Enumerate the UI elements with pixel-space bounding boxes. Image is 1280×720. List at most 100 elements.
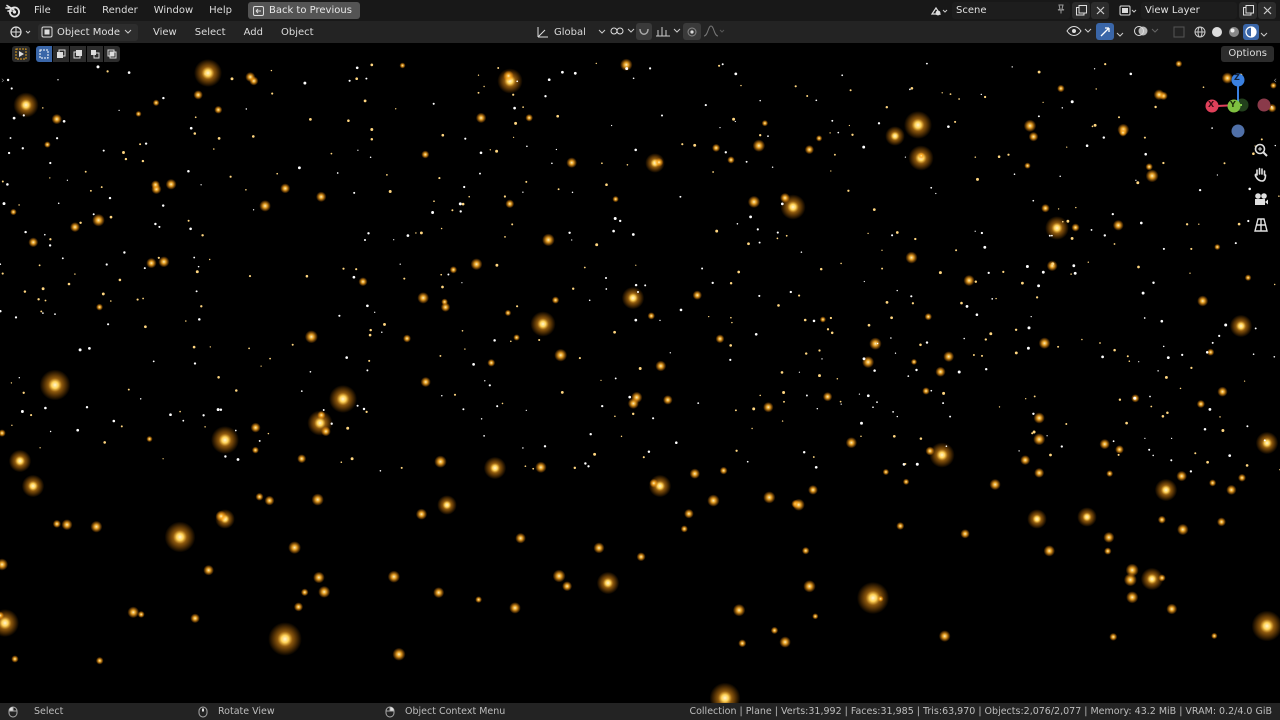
gizmo-neg-z-icon[interactable] (1231, 124, 1245, 138)
particle-speck (49, 161, 52, 165)
proportional-editing-icon[interactable] (683, 23, 701, 40)
gizmo-toggle-icon[interactable] (1096, 23, 1114, 40)
xray-toggle-icon[interactable] (1172, 25, 1186, 42)
particle-speck (1166, 356, 1170, 359)
new-scene-icon[interactable] (1072, 2, 1090, 19)
particle-speck (464, 348, 466, 350)
particle-speck (357, 149, 359, 151)
menu-file[interactable]: File (26, 0, 59, 21)
scene-browse-icon[interactable] (926, 2, 952, 19)
particle (963, 274, 975, 287)
particle-speck (162, 458, 164, 460)
particle-speck (453, 393, 457, 396)
menu-object[interactable]: Object (272, 27, 323, 38)
editor-type-icon[interactable] (8, 23, 34, 44)
particle-speck (659, 319, 661, 322)
particle-layer (0, 58, 1280, 703)
particle (1145, 163, 1153, 171)
3d-viewport[interactable]: Options › ‹ Z X Y (0, 43, 1280, 703)
delete-view-layer-icon[interactable] (1258, 2, 1276, 19)
select-extend-icon[interactable] (53, 46, 69, 62)
pivot-point-dropdown[interactable] (609, 24, 635, 38)
menu-window[interactable]: Window (146, 0, 201, 21)
pin-icon[interactable] (1056, 4, 1066, 17)
menu-help[interactable]: Help (201, 0, 240, 21)
particle-speck (169, 413, 172, 417)
toolbar-expand-icon[interactable]: › (1, 76, 5, 86)
wireframe-shading-icon[interactable] (1192, 24, 1208, 40)
particle (1115, 445, 1124, 454)
object-mode-dropdown[interactable]: Object Mode (38, 23, 138, 41)
select-invert-icon[interactable] (87, 46, 103, 62)
particle-speck (439, 354, 442, 357)
particle-speck (1070, 236, 1074, 240)
visibility-dropdown[interactable] (1066, 24, 1092, 38)
particle-speck (708, 315, 710, 318)
particle-speck (1113, 243, 1116, 245)
particle-speck (819, 267, 823, 271)
grid-view-icon[interactable] (1250, 214, 1272, 236)
particle-speck (54, 313, 56, 315)
options-dropdown[interactable]: Options (1221, 46, 1274, 62)
snap-target-dropdown[interactable] (655, 24, 681, 38)
particle-speck (613, 217, 617, 220)
particle-speck (300, 390, 303, 392)
particle-speck (192, 345, 196, 349)
pan-hand-icon[interactable] (1250, 163, 1272, 185)
view-layer-browse-icon[interactable] (1115, 2, 1141, 19)
menu-view[interactable]: View (144, 27, 186, 38)
particle-speck (477, 91, 480, 94)
particle-speck (230, 77, 234, 81)
navigation-gizmo[interactable]: Z X Y (1204, 69, 1274, 139)
particle-speck (818, 374, 821, 378)
particle (869, 337, 882, 350)
select-intersect-icon[interactable] (104, 46, 120, 62)
particle-speck (711, 281, 714, 285)
particle (509, 602, 521, 614)
particle-speck (1061, 107, 1064, 109)
material-shading-icon[interactable] (1226, 24, 1242, 40)
solid-shading-icon[interactable] (1209, 24, 1225, 40)
select-new-icon[interactable] (36, 46, 52, 62)
menu-select[interactable]: Select (186, 27, 235, 38)
status-bar: Select Rotate View Object Context Menu C… (0, 703, 1280, 720)
particle-speck (9, 137, 12, 139)
delete-scene-icon[interactable] (1091, 2, 1109, 19)
scene-name-field[interactable]: Scene (952, 2, 1070, 19)
shading-options-chevron-icon[interactable] (1260, 28, 1268, 41)
menu-edit[interactable]: Edit (59, 0, 94, 21)
particle-speck (23, 290, 27, 293)
camera-icon[interactable] (1250, 188, 1272, 210)
rendered-shading-icon[interactable] (1243, 24, 1259, 40)
falloff-curve-icon[interactable] (703, 24, 725, 41)
particle (1158, 574, 1166, 582)
transform-orientation-dropdown[interactable]: Global (536, 24, 606, 40)
particle-speck (370, 138, 374, 141)
snap-toggle-icon[interactable] (636, 23, 652, 40)
particle-speck (464, 137, 467, 140)
view-layer-field[interactable]: View Layer (1141, 2, 1237, 19)
particle (715, 334, 725, 344)
particle (190, 613, 200, 624)
particle (70, 222, 80, 233)
blender-logo-icon[interactable] (0, 0, 26, 21)
overlays-dropdown[interactable] (1133, 24, 1159, 38)
particle (152, 99, 160, 107)
particle-speck (1243, 380, 1246, 382)
particle-speck (101, 292, 105, 296)
chevron-down-icon[interactable] (1116, 28, 1124, 41)
particle (1217, 386, 1228, 397)
select-subtract-icon[interactable] (70, 46, 86, 62)
gizmo-neg-x-icon[interactable] (1257, 98, 1271, 112)
back-to-previous-button[interactable]: Back to Previous (247, 2, 360, 19)
select-tool-icon[interactable] (12, 46, 30, 62)
particle-speck (198, 318, 201, 321)
particle (96, 303, 103, 311)
menu-add[interactable]: Add (235, 27, 272, 38)
menu-render[interactable]: Render (94, 0, 146, 21)
new-view-layer-icon[interactable] (1239, 2, 1257, 19)
zoom-icon[interactable] (1250, 139, 1272, 161)
particle-speck (1160, 319, 1164, 323)
particle-speck (458, 202, 462, 206)
particle (925, 446, 935, 456)
